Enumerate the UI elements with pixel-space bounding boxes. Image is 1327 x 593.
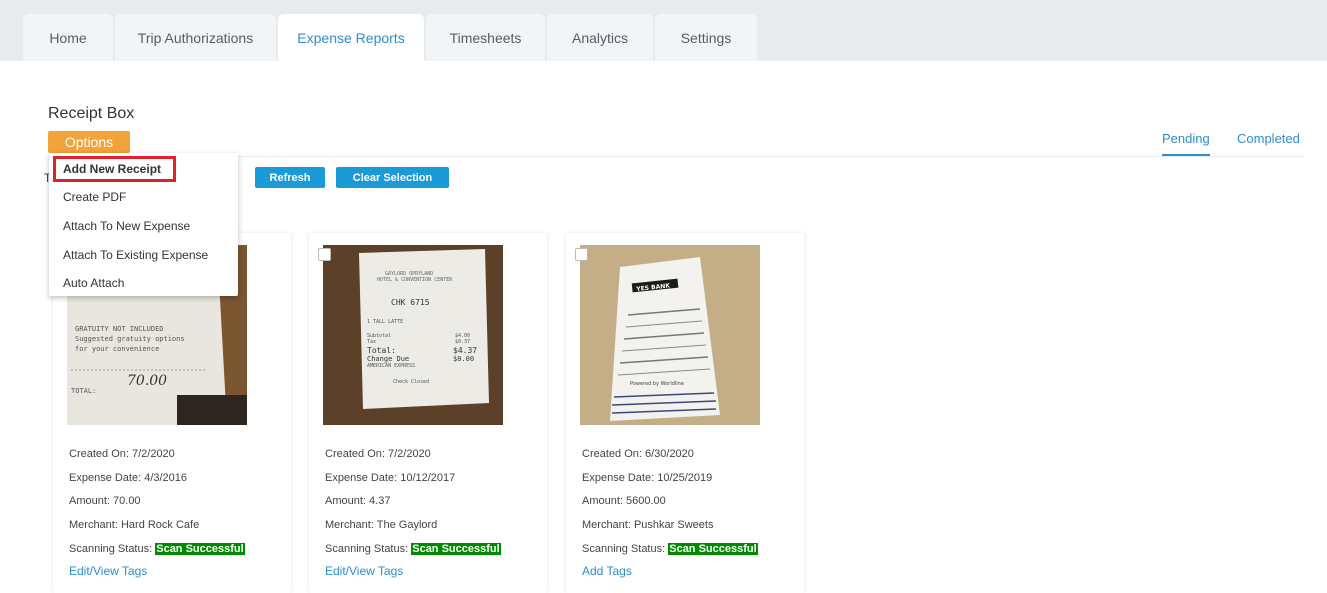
created-on: Created On: 7/2/2020	[325, 448, 431, 460]
scanning-status-label: Scanning Status:	[582, 543, 666, 555]
created-on: Created On: 7/2/2020	[69, 448, 175, 460]
clear-selection-button[interactable]: Clear Selection	[336, 167, 449, 188]
tab-label: Settings	[680, 29, 732, 46]
receipt-text: CHK 6715	[391, 298, 430, 307]
tab-label: Expense Reports	[297, 29, 405, 46]
receipt-text: Suggested gratuity options	[75, 335, 185, 343]
merchant: Merchant: Hard Rock Cafe	[69, 519, 200, 531]
receipt-text: AMERICAN EXPRESS	[367, 363, 415, 369]
receipt-text: $0.00	[453, 355, 474, 363]
menu-item-attach-to-existing-expense[interactable]: Attach To Existing Expense	[63, 248, 208, 262]
receipt-text: $4.37	[453, 346, 477, 355]
top-nav-bar: Home Trip Authorizations Expense Reports…	[0, 0, 1327, 61]
receipt-select-checkbox[interactable]	[575, 248, 588, 261]
merchant: Merchant: The Gaylord	[325, 519, 438, 531]
tab-label: Timesheets	[449, 29, 522, 46]
expense-date: Expense Date: 4/3/2016	[69, 472, 188, 484]
expense-date: Expense Date: 10/25/2019	[582, 472, 713, 484]
receipt-text: Check Closed	[393, 379, 429, 385]
receipt-text: GRATUITY NOT INCLUDED	[75, 325, 164, 333]
tab-home[interactable]: Home	[23, 14, 113, 61]
amount: Amount: 4.37	[325, 495, 391, 507]
add-tags-link[interactable]: Add Tags	[582, 564, 632, 578]
merchant: Merchant: Pushkar Sweets	[582, 519, 714, 531]
menu-item-auto-attach[interactable]: Auto Attach	[63, 276, 124, 290]
amount: Amount: 5600.00	[582, 495, 666, 507]
tab-label: Trip Authorizations	[137, 29, 254, 46]
receipt-text: TOTAL:	[71, 387, 96, 395]
receipt-card[interactable]: YES BANK Powered by Worldline Created On…	[566, 233, 804, 593]
receipt-card[interactable]: GAYLORD OPRYLAND HOTEL & CONVENTION CENT…	[309, 233, 547, 593]
receipt-text: $0.37	[455, 339, 470, 345]
tab-timesheets[interactable]: Timesheets	[426, 14, 545, 61]
status-filter-tabs: Pending Completed	[1162, 131, 1304, 157]
expense-date: Expense Date: 10/12/2017	[325, 472, 456, 484]
tab-label: Analytics	[571, 29, 629, 46]
page-title: Receipt Box	[48, 105, 135, 122]
scanning-status: Scanning Status: Scan Successful	[582, 543, 758, 555]
scanning-status-label: Scanning Status:	[69, 543, 153, 555]
menu-item-create-pdf[interactable]: Create PDF	[63, 190, 126, 204]
receipt-text: Change Due	[367, 355, 409, 363]
scanning-status: Scanning Status: Scan Successful	[69, 543, 245, 555]
scanning-status: Scanning Status: Scan Successful	[325, 543, 501, 555]
tab-analytics[interactable]: Analytics	[547, 14, 653, 61]
receipt-text: HOTEL & CONVENTION CENTER	[377, 277, 453, 283]
receipt-text: 1 TALL LATTE	[367, 319, 403, 325]
status-badge: Scan Successful	[668, 543, 758, 555]
options-dropdown-menu: Add New Receipt Create PDF Attach To New…	[49, 153, 238, 296]
receipt-text: Total:	[367, 346, 396, 355]
status-badge: Scan Successful	[155, 543, 245, 555]
tab-expense-reports[interactable]: Expense Reports	[278, 14, 424, 61]
receipt-image[interactable]: YES BANK Powered by Worldline	[580, 245, 760, 425]
receipt-text: 70.00	[127, 373, 167, 389]
refresh-button[interactable]: Refresh	[255, 167, 325, 188]
menu-item-add-new-receipt[interactable]: Add New Receipt	[53, 156, 176, 182]
amount: Amount: 70.00	[69, 495, 141, 507]
tab-trip-authorizations[interactable]: Trip Authorizations	[115, 14, 276, 61]
receipt-image[interactable]: GAYLORD OPRYLAND HOTEL & CONVENTION CENT…	[323, 245, 503, 425]
tab-completed[interactable]: Completed	[1237, 131, 1300, 146]
tab-label: Home	[49, 29, 87, 46]
status-badge: Scan Successful	[411, 543, 501, 555]
menu-item-attach-to-new-expense[interactable]: Attach To New Expense	[63, 219, 190, 233]
receipt-text: Tax	[367, 339, 376, 345]
edit-view-tags-link[interactable]: Edit/View Tags	[69, 564, 147, 578]
tab-pending[interactable]: Pending	[1162, 131, 1210, 156]
receipt-text: for your convenience	[75, 345, 159, 353]
options-button[interactable]: Options	[48, 131, 130, 153]
receipt-text: Powered by Worldline	[630, 381, 684, 387]
created-on: Created On: 6/30/2020	[582, 448, 694, 460]
tab-settings[interactable]: Settings	[655, 14, 757, 61]
scanning-status-label: Scanning Status:	[325, 543, 409, 555]
receipt-select-checkbox[interactable]	[318, 248, 331, 261]
edit-view-tags-link[interactable]: Edit/View Tags	[325, 564, 403, 578]
